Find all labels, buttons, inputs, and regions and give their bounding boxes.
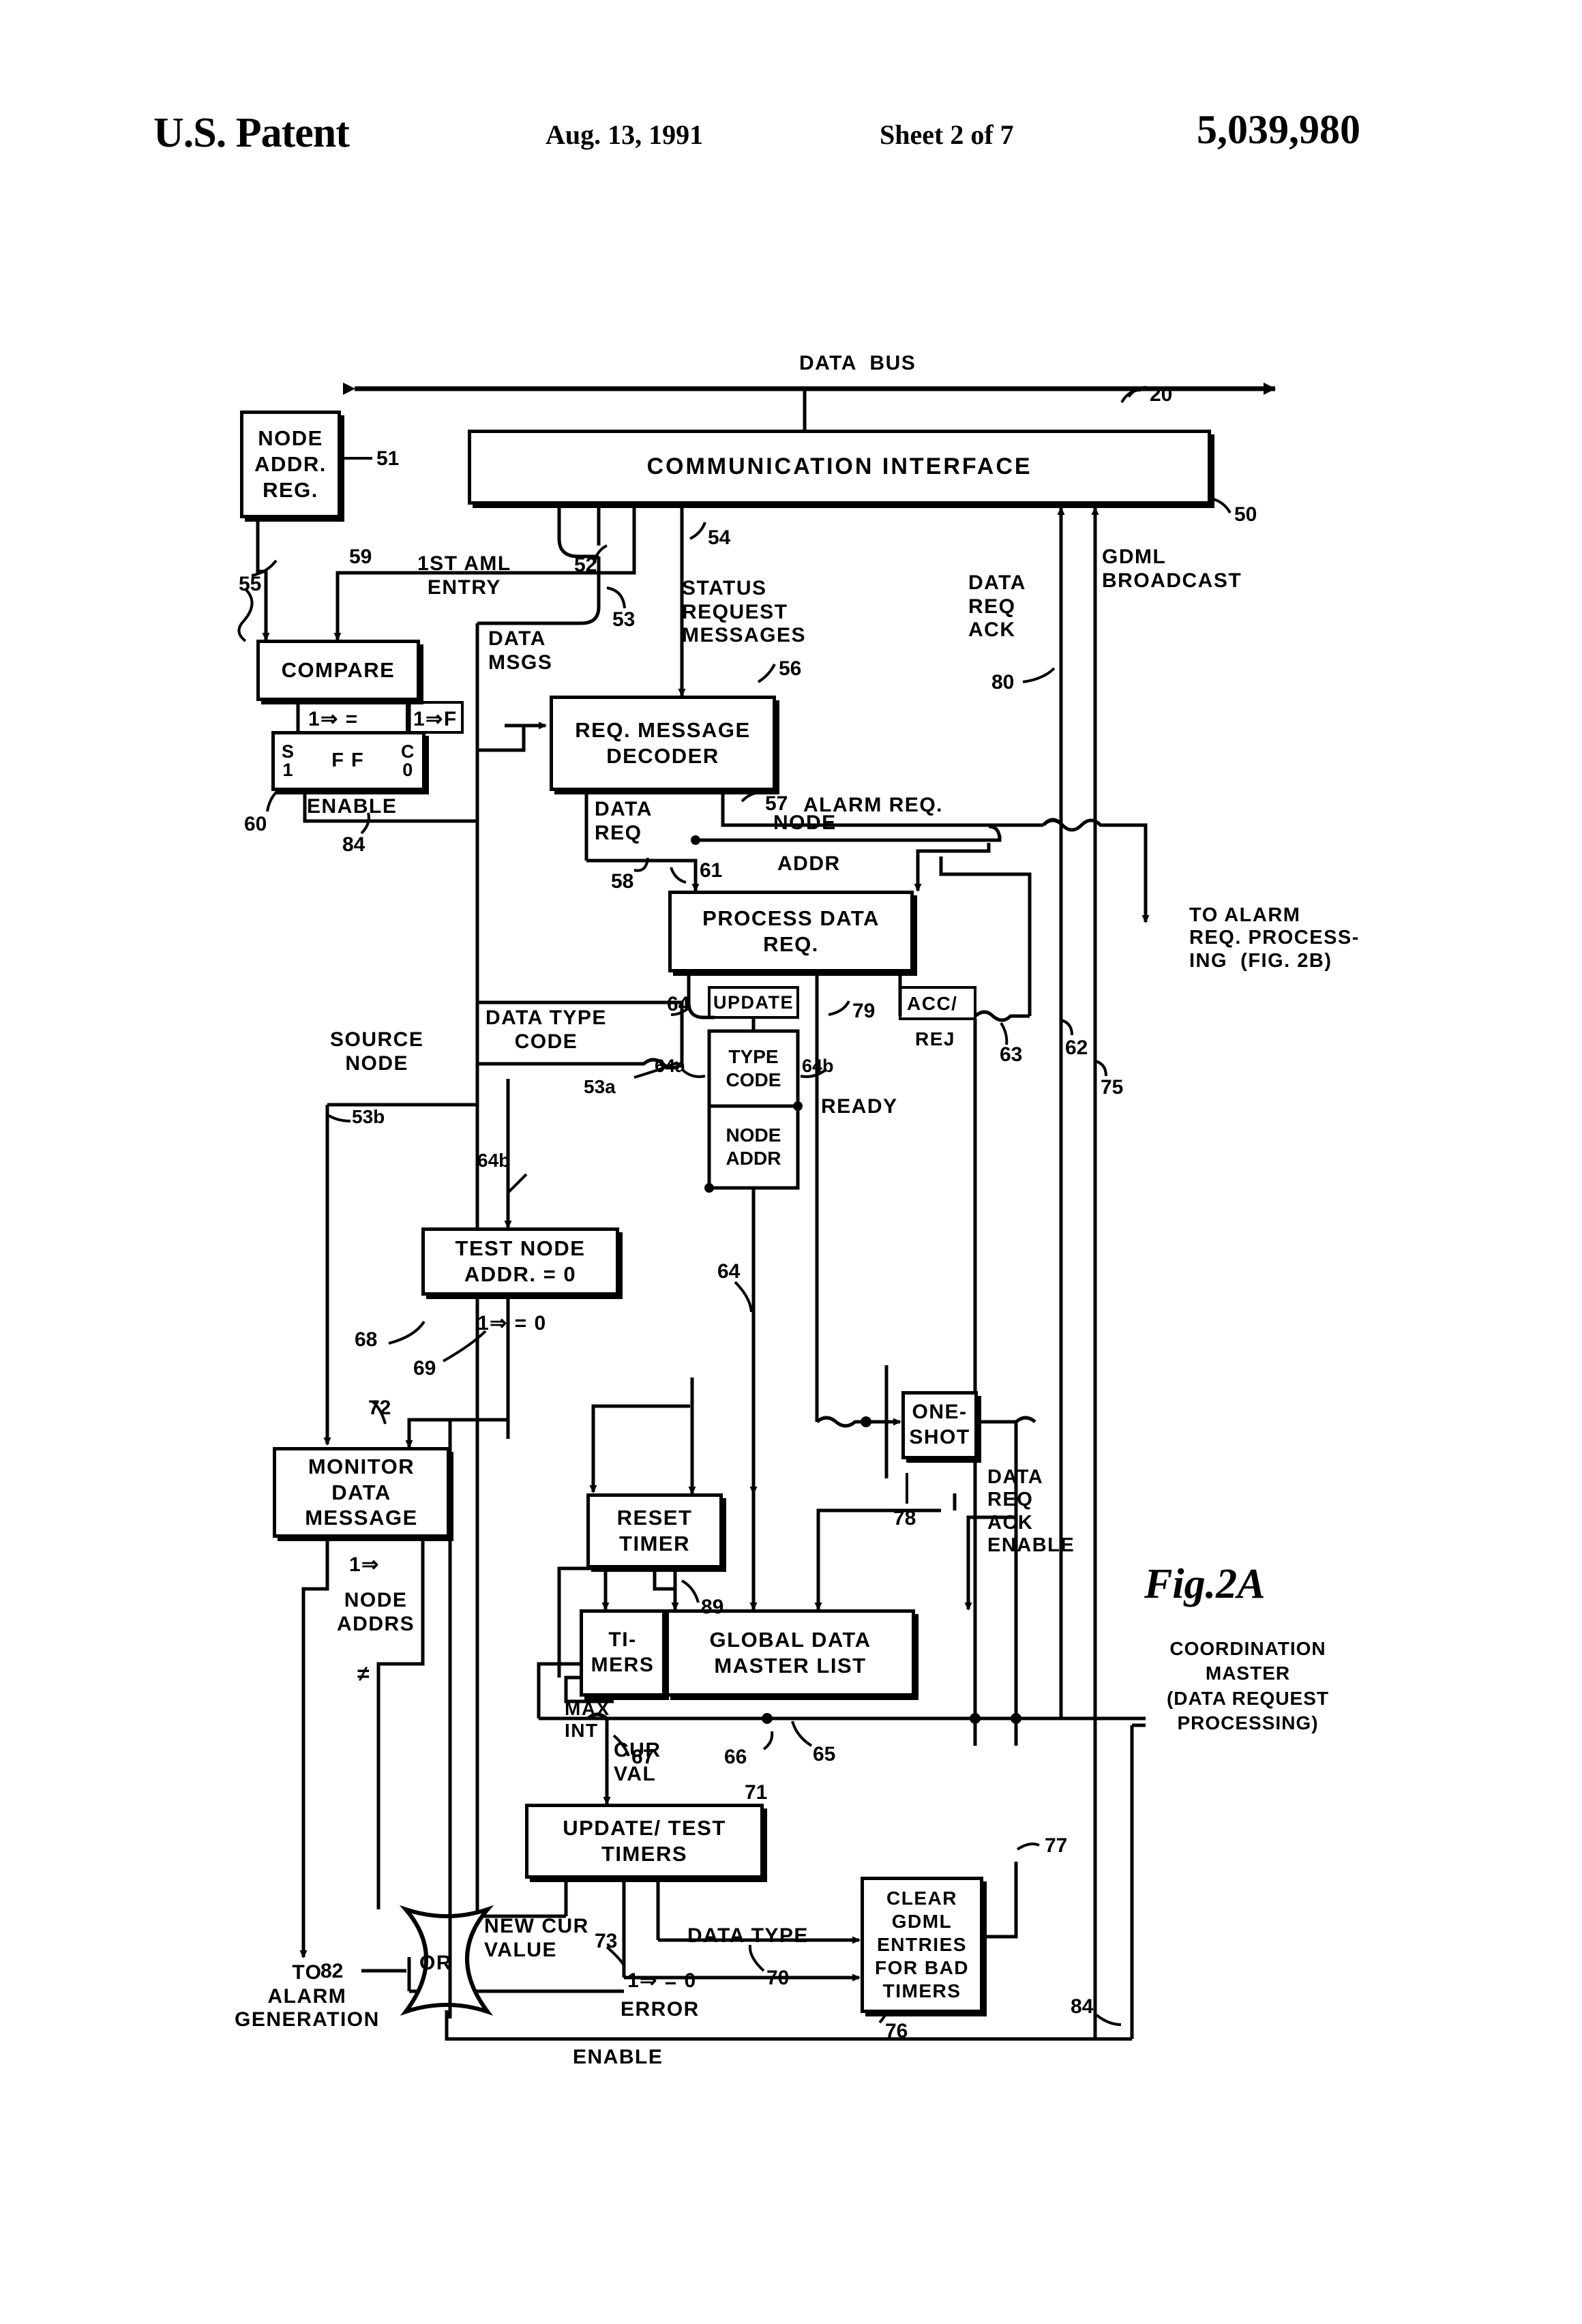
monitor-data-message-box[interactable]: MONITOR DATA MESSAGE [273,1447,450,1538]
ref-64: 64 [667,993,690,1015]
data-req-ack-enable-label: DATA REQ ACK ENABLE [987,1466,1075,1557]
process-data-req-box[interactable]: PROCESS DATA REQ. [668,891,914,972]
type-code-label: TYPE CODE [726,1046,781,1090]
ref-69: 69 [413,1357,436,1380]
ref-70: 70 [766,1967,790,1989]
not-equal-marker: ≠ [357,1661,371,1686]
ref-80: 80 [991,671,1015,694]
data-type-code-label: DATA TYPE CODE [486,1007,607,1053]
or-gate-label: OR [419,1952,452,1974]
ref-56: 56 [779,657,802,680]
ref-71: 71 [745,1781,768,1804]
data-type-label: DATA TYPE [687,1924,809,1947]
communication-interface-box[interactable]: COMMUNICATION INTERFACE [468,430,1211,505]
gdml-broadcast-label: GDML BROADCAST [1102,546,1242,592]
first-aml-entry-label: 1ST AML ENTRY [417,552,511,599]
ref-52: 52 [574,554,597,576]
update-timers-result-marker: 1⇒ = 0 [627,1969,697,1992]
status-request-messages-label: STATUS REQUEST MESSAGES [682,577,807,646]
ref-89: 89 [701,1596,724,1618]
ref-20: 20 [1150,383,1173,406]
data-bus-label: DATA BUS [799,352,916,374]
new-cur-value-label: NEW CUR VALUE [484,1915,589,1961]
ref-66: 66 [724,1746,747,1768]
error-label: ERROR [621,1998,700,2021]
ref-57: 57 [765,792,788,815]
ref-53b: 53b [352,1106,385,1127]
figure-2a-diagram: NODE ADDR. REG. COMMUNICATION INTERFACE … [0,0,1582,2324]
ref-77: 77 [1045,1834,1068,1857]
acc-label: ACC/ [907,993,958,1014]
ref-61: 61 [700,859,723,882]
compare-box[interactable]: COMPARE [256,640,420,701]
figure-label: Fig.2A [1144,1561,1266,1607]
ref-53: 53 [612,608,636,631]
ref-64a: 64a [655,1056,686,1076]
ref-51: 51 [376,447,400,470]
compare-false-marker: 1⇒F [413,708,458,730]
update-test-timers-box[interactable]: UPDATE/ TEST TIMERS [525,1804,764,1879]
flip-flop-box[interactable]: S 1 F F C 0 [271,731,426,791]
test-node-result-marker: 1⇒ = 0 [477,1312,547,1335]
ref-64b-left: 64b [477,1150,511,1171]
node-addr-label: NODE ADDR [726,1124,781,1169]
to-alarm-generation-label: TO ALARM GENERATION [235,1961,380,2031]
test-node-addr-box[interactable]: TEST NODE ADDR. = 0 [421,1227,619,1296]
ref-64b-right: 64b [802,1056,834,1076]
ff-name-label: F F [331,749,365,772]
rej-label: REJ [915,1028,955,1049]
monitor-implies-marker: 1⇒ [349,1553,380,1576]
ref-67: 67 [631,1746,655,1768]
source-node-label: SOURCE NODE [330,1028,424,1075]
ready-label: READY [821,1095,898,1118]
ref-58: 58 [611,870,634,893]
node-addr-reg-box[interactable]: NODE ADDR. REG. [240,411,341,518]
ref-64-mid: 64 [717,1260,741,1283]
reset-timer-box[interactable]: RESET TIMER [586,1493,723,1568]
ref-84-bottom: 84 [1071,1995,1094,2018]
ref-60: 60 [244,813,267,835]
node-addrs-label: NODE ADDRS [337,1589,415,1635]
timers-box[interactable]: TI- MERS [580,1609,666,1697]
figure-caption: COORDINATION MASTER (DATA REQUEST PROCES… [1166,1638,1330,1734]
ref-54: 54 [708,526,731,549]
max-int-label: MAX INT [565,1698,610,1742]
ref-65: 65 [813,1743,836,1766]
to-alarm-req-processing-label: TO ALARM REQ. PROCESS- ING (FIG. 2B) [1189,904,1360,972]
ref-68: 68 [355,1328,378,1351]
global-data-master-list-box[interactable]: GLOBAL DATA MASTER LIST [666,1609,915,1697]
ref-78-oneshot: 78 [893,1507,916,1530]
ff-enable-label: ENABLE [307,795,398,818]
clear-gdml-entries-box[interactable]: CLEAR GDML ENTRIES FOR BAD TIMERS [861,1877,983,2013]
data-req-label: DATA REQ [595,798,653,844]
addr-signal-label: ADDR [777,852,841,875]
ref-76: 76 [885,2020,908,2042]
ref-84-top: 84 [342,833,365,856]
enable-bottom-label: ENABLE [573,2046,663,2068]
ref-53a: 53a [584,1076,616,1097]
ref-63: 63 [1000,1043,1023,1066]
ref-59: 59 [349,546,372,568]
ref-75: 75 [1101,1076,1124,1099]
compare-equal-marker: 1⇒ = [308,708,359,730]
ref-72: 72 [368,1397,391,1419]
ff-clear-label: C 0 [400,741,415,780]
one-shot-box[interactable]: ONE- SHOT [901,1391,978,1459]
ref-73: 73 [595,1930,618,1952]
update-label: UPDATE [713,992,794,1013]
req-message-decoder-box[interactable]: REQ. MESSAGE DECODER [550,696,776,791]
ref-55: 55 [239,573,262,595]
ref-62: 62 [1065,1037,1088,1059]
ref-79: 79 [852,1000,876,1022]
data-msgs-label: DATA MSGS [488,627,553,674]
ref-82: 82 [320,1960,344,1982]
data-req-ack-label: DATA REQ ACK [968,571,1026,641]
ref-50: 50 [1234,503,1257,526]
ff-set-label: S 1 [282,741,295,780]
